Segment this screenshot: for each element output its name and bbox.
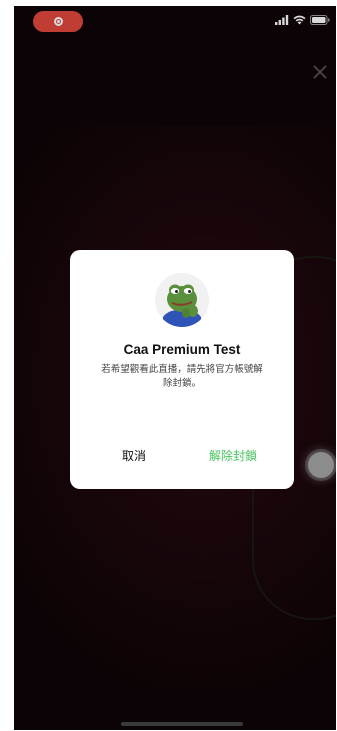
home-indicator[interactable] — [121, 722, 243, 726]
dialog-title: Caa Premium Test — [123, 342, 241, 357]
unblock-button[interactable]: 解除封鎖 — [198, 446, 268, 466]
cancel-button[interactable]: 取消 — [104, 446, 164, 466]
assistive-touch-button[interactable] — [308, 452, 334, 478]
account-avatar — [155, 273, 209, 327]
frog-avatar-icon — [163, 284, 201, 327]
unblock-dialog: Caa Premium Test 若希望觀看此直播，請先將官方帳號解除封鎖。 取… — [70, 250, 294, 489]
dialog-message: 若希望觀看此直播，請先將官方帳號解除封鎖。 — [101, 364, 263, 389]
live-stream-screen: Caa Premium Test 若希望觀看此直播，請先將官方帳號解除封鎖。 取… — [14, 6, 336, 730]
